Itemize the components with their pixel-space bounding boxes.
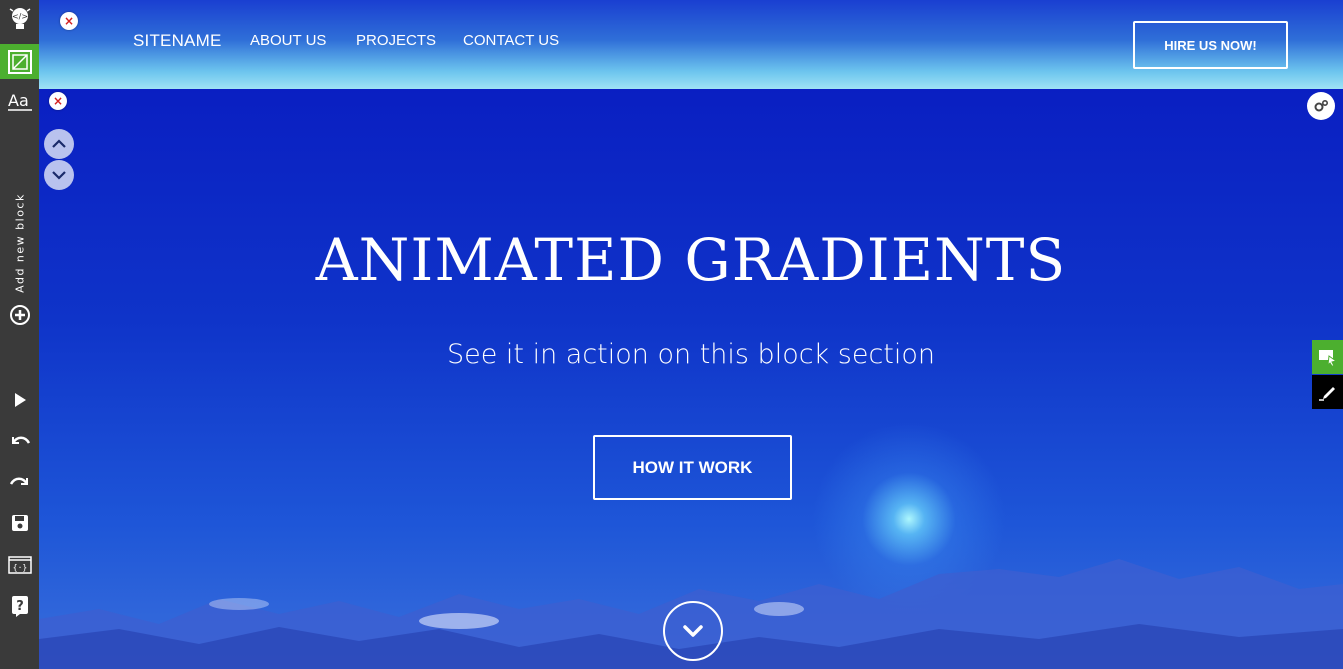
hero-title: ANIMATED GRADIENTS [315,226,1067,294]
move-block-down-button[interactable] [44,160,74,190]
code-icon[interactable]: {·} [0,553,39,577]
help-icon[interactable]: ? [0,593,39,619]
gears-icon [1314,99,1329,112]
remove-navbar-block-button[interactable]: × [60,12,78,30]
hero-subtitle: See it in action on this block section [446,339,936,370]
block-settings-button[interactable] [1307,92,1335,120]
site-navbar: SITENAME ABOUT US PROJECTS CONTACT US HI… [39,0,1343,89]
save-icon[interactable] [0,511,39,535]
chevron-up-icon [52,139,66,148]
how-it-work-button[interactable]: HOW IT WORK [593,435,792,500]
scroll-down-button[interactable] [663,601,723,661]
undo-icon[interactable] [0,429,39,453]
redo-icon[interactable] [0,470,39,494]
nav-link-projects[interactable]: PROJECTS [356,32,436,49]
pencil-icon [1318,387,1335,401]
move-block-up-button[interactable] [44,129,74,159]
nav-link-about[interactable]: ABOUT US [250,32,326,49]
site-brand[interactable]: SITENAME [133,31,222,51]
page-canvas: SITENAME ABOUT US PROJECTS CONTACT US HI… [39,0,1343,669]
screen-cursor-icon [1318,350,1337,367]
svg-text:</>: </> [11,12,27,21]
remove-hero-block-button[interactable]: × [49,92,67,110]
svg-text:{·}: {·} [12,563,26,572]
add-new-block-label: Add new block [13,193,26,293]
edit-mode-tab[interactable] [1312,340,1343,374]
svg-text:Aa: Aa [8,91,29,110]
add-new-block[interactable]: Add new block [0,188,39,298]
editor-toolbar: </> Aa Add new block {·} ? [0,0,39,669]
add-circle-icon[interactable] [0,302,39,328]
chevron-down-icon [52,171,66,180]
chevron-down-icon [683,625,703,637]
nav-link-contact[interactable]: CONTACT US [463,32,559,49]
play-icon[interactable] [0,388,39,412]
font-icon[interactable]: Aa [0,88,39,114]
style-mode-tab[interactable] [1312,375,1343,409]
wireframe-icon[interactable] [0,44,39,79]
svg-text:?: ? [16,599,24,614]
hire-us-button[interactable]: HIRE US NOW! [1133,21,1288,69]
hero-section: ANIMATED GRADIENTS See it in action on t… [39,89,1343,669]
lightbulb-icon[interactable]: </> [0,2,39,36]
